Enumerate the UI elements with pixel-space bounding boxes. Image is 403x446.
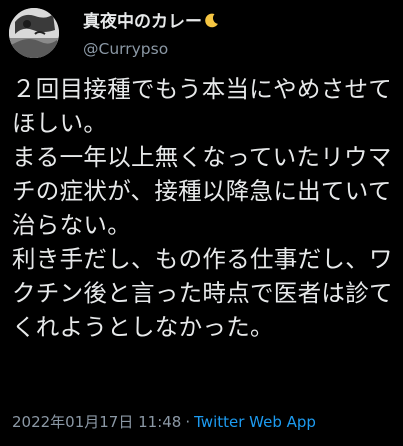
tweet-card: 真夜中のカレー @Currypso ２回目接種でもう本当にやめさせてほしい。 ま… <box>0 0 403 446</box>
tweet-header: 真夜中のカレー @Currypso <box>9 4 389 60</box>
crescent-moon-icon <box>203 12 220 35</box>
tweet-text: ２回目接種でもう本当にやめさせてほしい。 まる一年以上無くなっていたリウマチの症… <box>12 75 393 341</box>
display-name-text: 真夜中のカレー <box>83 12 202 32</box>
avatar-image <box>9 8 59 58</box>
avatar[interactable] <box>9 8 59 58</box>
tweet-timestamp[interactable]: 2022年01月17日 11:48 <box>12 413 181 431</box>
author-display-name[interactable]: 真夜中のカレー <box>83 11 383 35</box>
tweet-source-link[interactable]: Twitter Web App <box>194 413 316 431</box>
tweet-meta: 2022年01月17日 11:48 · Twitter Web App <box>12 411 316 433</box>
author-handle[interactable]: @Currypso <box>83 38 383 60</box>
meta-separator: · <box>185 413 191 431</box>
author-names: 真夜中のカレー @Currypso <box>83 11 383 60</box>
